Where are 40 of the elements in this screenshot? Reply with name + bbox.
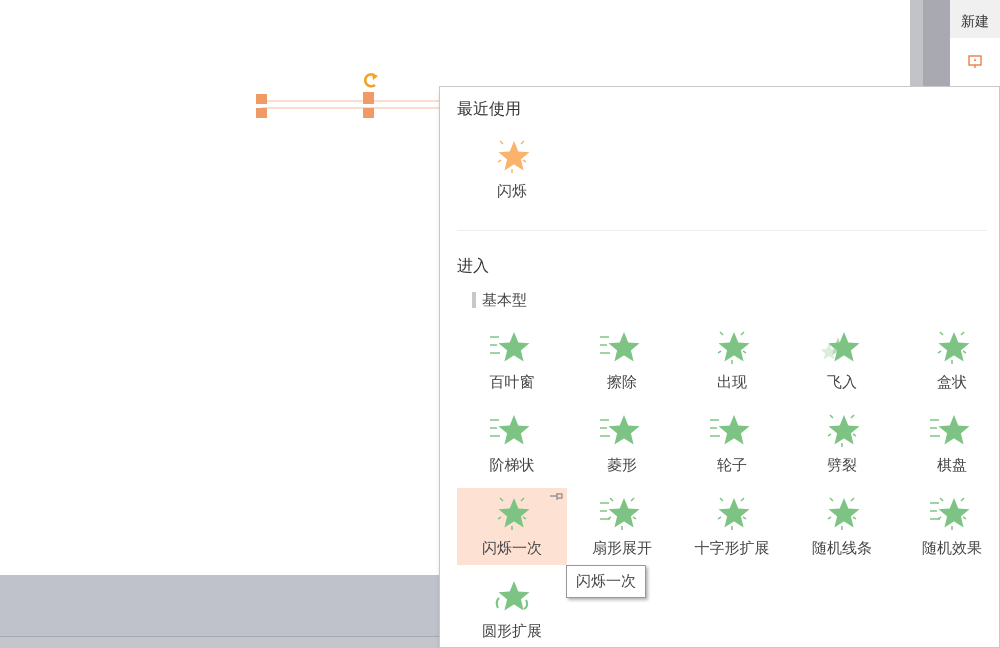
animation-option[interactable]: 轮子 (677, 404, 787, 482)
option-label: 棋盘 (937, 454, 967, 476)
section-heading: 进入 (457, 255, 490, 277)
option-label: 十字形扩展 (694, 538, 770, 558)
option-label: 圆形扩展 (482, 620, 542, 642)
option-label: 劈裂 (827, 454, 857, 476)
animation-option[interactable]: 出现 (677, 322, 787, 398)
animation-option[interactable]: 盒状 (897, 322, 1000, 398)
option-label: 随机线条 (812, 538, 872, 558)
animation-option[interactable]: 棋盘 (897, 404, 1000, 482)
option-label: 轮子 (717, 454, 747, 476)
animation-option[interactable]: 飞入 (787, 322, 897, 398)
option-label: 飞入 (827, 372, 857, 392)
animation-option[interactable]: 随机线条 (787, 488, 897, 564)
tooltip: 闪烁一次 (566, 565, 646, 598)
option-label: 扇形展开 (592, 538, 652, 558)
animation-option[interactable]: 菱形 (567, 404, 677, 482)
animation-option[interactable]: 擦除 (567, 322, 677, 398)
option-label: 闪烁一次 (482, 538, 542, 558)
animation-option[interactable]: 闪烁 (457, 131, 567, 208)
animation-option[interactable]: 阶梯状 (457, 404, 567, 482)
animation-option[interactable]: 扇形展开 (567, 488, 677, 564)
animation-option[interactable]: 百叶窗 (457, 322, 567, 398)
option-label: 随机效果 (922, 538, 982, 558)
animation-option[interactable]: 圆形扩展 (457, 570, 567, 648)
option-label: 阶梯状 (490, 454, 534, 476)
animation-option[interactable]: 十字形扩展 (677, 488, 787, 564)
option-label: 闪烁 (497, 181, 527, 202)
option-label: 盒状 (937, 372, 967, 392)
animation-option[interactable]: 劈裂 (787, 404, 897, 482)
group-label: 基本型 (482, 290, 527, 311)
animation-option[interactable]: 闪烁一次 (457, 488, 567, 564)
section-heading: 最近使用 (457, 98, 522, 120)
option-label: 擦除 (607, 372, 637, 392)
option-label: 百叶窗 (490, 372, 534, 392)
option-label: 出现 (717, 372, 747, 392)
pin-icon (549, 492, 563, 502)
new-button[interactable]: 新建 (950, 0, 1000, 38)
animation-option[interactable]: 随机效果 (897, 488, 1000, 564)
option-label: 菱形 (607, 454, 637, 476)
